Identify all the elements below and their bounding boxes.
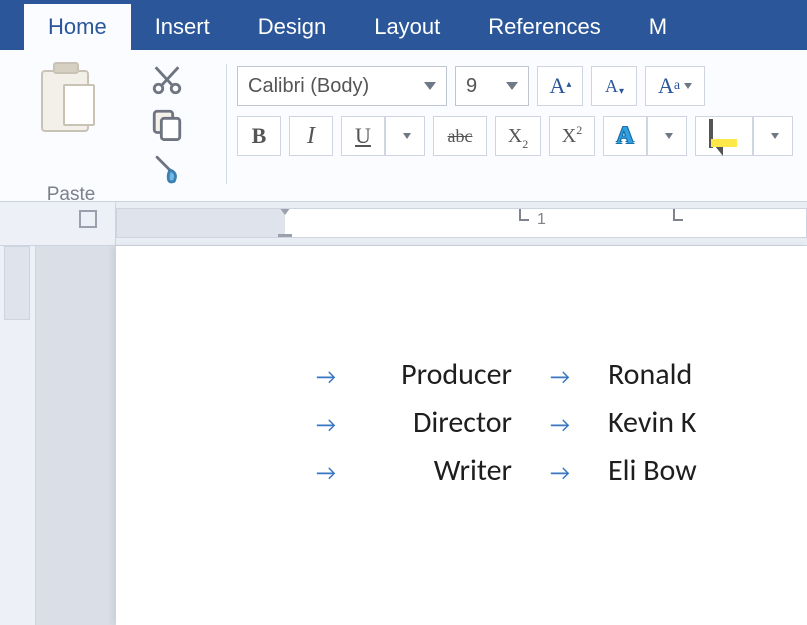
document-area: → Producer → Ronald → Director → Kevin K… (0, 246, 807, 625)
group-clipboard: Paste (16, 60, 216, 201)
font-name-combo[interactable]: Calibri (Body) (237, 66, 447, 106)
tab-insert[interactable]: Insert (131, 4, 234, 50)
page[interactable]: → Producer → Ronald → Director → Kevin K… (116, 246, 807, 625)
subscript-button[interactable]: X (495, 116, 541, 156)
italic-icon: I (307, 123, 315, 150)
ruler: 1 (0, 202, 807, 246)
font-size-value: 9 (466, 75, 477, 98)
highlighter-icon (709, 121, 739, 151)
underline-icon: U (355, 123, 371, 149)
name-text: Kevin K (608, 404, 807, 441)
ruler-number: 1 (537, 211, 546, 229)
shrink-font-icon: A (605, 76, 623, 97)
change-case-button[interactable]: Aa (645, 66, 705, 106)
shrink-font-button[interactable]: A (591, 66, 637, 106)
font-name-value: Calibri (Body) (248, 75, 369, 98)
name-text: Eli Bow (608, 452, 807, 489)
group-font: Calibri (Body) 9 A A Aa B I (237, 60, 793, 201)
tab-char-icon: → (316, 411, 336, 438)
role-text: Director (356, 404, 512, 441)
strikethrough-icon: abc (448, 126, 473, 147)
tab-references[interactable]: References (464, 4, 625, 50)
tab-design[interactable]: Design (234, 4, 350, 50)
highlight-button[interactable] (695, 116, 753, 156)
chevron-down-icon (771, 133, 779, 139)
grow-font-icon: A (550, 73, 571, 99)
tab-char-icon: → (550, 459, 570, 486)
ribbon: Paste (0, 50, 807, 202)
scissors-icon (150, 63, 184, 102)
document-content[interactable]: → Producer → Ronald → Director → Kevin K… (116, 356, 807, 500)
chevron-down-icon (506, 82, 518, 90)
tab-stop-marker[interactable] (519, 209, 531, 221)
bold-button[interactable]: B (237, 116, 281, 156)
superscript-icon: X (562, 125, 582, 148)
paste-button[interactable]: Paste (26, 60, 116, 206)
document-line[interactable]: → Writer → Eli Bow (296, 452, 807, 500)
cut-button[interactable] (144, 62, 190, 102)
format-painter-button[interactable] (144, 152, 190, 192)
chevron-down-icon (403, 133, 411, 139)
change-case-icon: A (658, 73, 674, 99)
chevron-down-icon (424, 82, 436, 90)
role-text: Writer (356, 452, 512, 489)
underline-menu[interactable] (385, 116, 425, 156)
indent-marker[interactable] (275, 209, 295, 238)
paintbrush-icon (150, 153, 184, 192)
name-text: Ronald (608, 356, 807, 393)
paste-icon (41, 60, 101, 134)
tab-home[interactable]: Home (24, 4, 131, 50)
tab-stop-marker[interactable] (673, 209, 685, 221)
chevron-down-icon (665, 133, 673, 139)
vertical-ruler[interactable] (0, 246, 36, 625)
bold-icon: B (252, 123, 267, 149)
copy-button[interactable] (144, 106, 190, 146)
italic-button[interactable]: I (289, 116, 333, 156)
ribbon-tabs: Home Insert Design Layout References M (0, 0, 807, 50)
page-gutter (36, 246, 116, 625)
highlight-menu[interactable] (753, 116, 793, 156)
tab-layout[interactable]: Layout (350, 4, 464, 50)
superscript-button[interactable]: X (549, 116, 595, 156)
grow-font-button[interactable]: A (537, 66, 583, 106)
group-separator (226, 64, 227, 184)
text-effects-icon: A (616, 123, 633, 150)
font-size-combo[interactable]: 9 (455, 66, 529, 106)
chevron-down-icon (684, 83, 692, 89)
tab-more[interactable]: M (625, 4, 691, 50)
underline-button[interactable]: U (341, 116, 385, 156)
horizontal-ruler[interactable]: 1 (116, 208, 807, 238)
tab-char-icon: → (316, 363, 336, 390)
tab-char-icon: → (550, 411, 570, 438)
text-effects-menu[interactable] (647, 116, 687, 156)
strikethrough-button[interactable]: abc (433, 116, 487, 156)
ruler-corner[interactable] (0, 202, 116, 245)
text-effects-button[interactable]: A (603, 116, 647, 156)
tab-char-icon: → (316, 459, 336, 486)
copy-icon (150, 107, 184, 146)
document-line[interactable]: → Director → Kevin K (296, 404, 807, 452)
tab-char-icon: → (550, 363, 570, 390)
document-line[interactable]: → Producer → Ronald (296, 356, 807, 404)
role-text: Producer (356, 356, 512, 393)
subscript-icon: X (508, 125, 528, 148)
